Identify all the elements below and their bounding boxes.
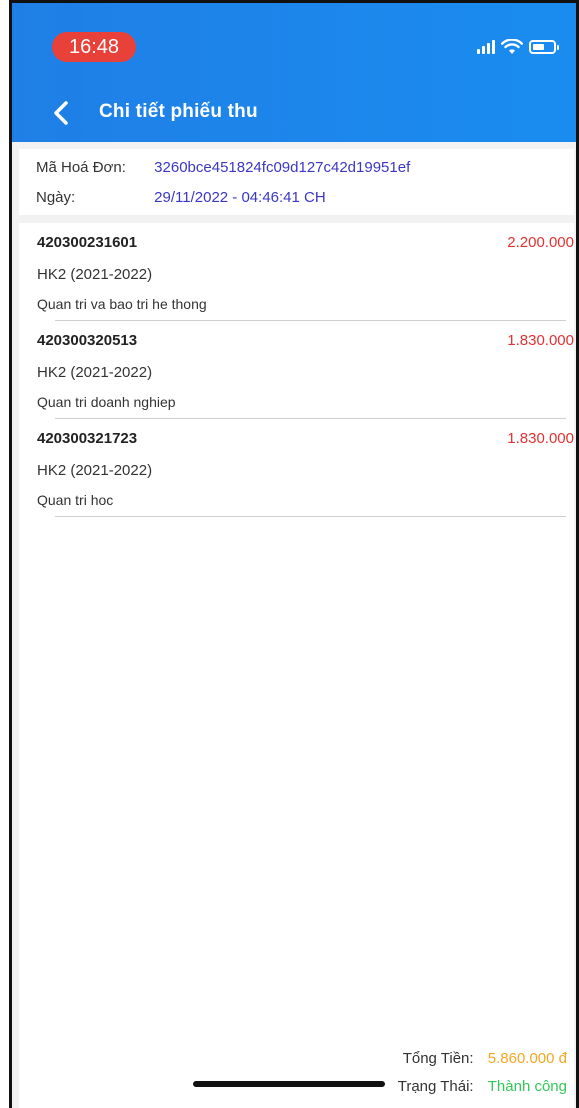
item-amount: 1.830.000	[507, 430, 574, 447]
list-item[interactable]: 420300320513 1.830.000 HK2 (2021-2022) Q…	[19, 321, 574, 419]
invoice-info: Mã Hoá Đơn: 3260bce451824fc09d127c42d199…	[19, 149, 574, 215]
course-name: Quan tri va bao tri he thong	[37, 296, 207, 312]
list-item[interactable]: 420300321723 1.830.000 HK2 (2021-2022) Q…	[19, 419, 574, 517]
invoice-code-label: Mã Hoá Đơn:	[36, 159, 126, 176]
invoice-date-label: Ngày:	[36, 189, 76, 206]
item-term: HK2 (2021-2022)	[37, 462, 153, 479]
total-row: Tổng Tiền: 5.860.000 đ	[403, 1050, 567, 1067]
status-value: Thành công	[487, 1078, 567, 1095]
course-code: 420300320513	[37, 332, 138, 349]
item-term: HK2 (2021-2022)	[37, 266, 153, 283]
page-title: Chi tiết phiếu thu	[99, 101, 258, 122]
total-label: Tổng Tiền:	[402, 1050, 474, 1067]
invoice-date-value: 29/11/2022 - 04:46:41 CH	[154, 189, 326, 206]
course-name: Quan tri doanh nghiep	[37, 394, 176, 410]
invoice-date-row: Ngày: 29/11/2022 - 04:46:41 CH	[36, 189, 326, 206]
wifi-icon	[501, 39, 523, 54]
back-button[interactable]	[48, 99, 76, 127]
item-amount: 2.200.000	[507, 234, 574, 251]
status-row: Trạng Thái: Thành công	[398, 1078, 567, 1095]
summary-footer: Tổng Tiền: 5.860.000 đ Trạng Thái: Thành…	[19, 1043, 574, 1108]
phone-screen: 16:48 Chi tiết phiếu thu Mã Hoá Đơn: 326…	[9, 0, 579, 1108]
battery-icon	[529, 40, 559, 54]
list-item[interactable]: 420300231601 2.200.000 HK2 (2021-2022) Q…	[19, 223, 574, 321]
home-indicator[interactable]	[193, 1081, 385, 1087]
invoice-code-value: 3260bce451824fc09d127c42d19951ef	[154, 159, 411, 176]
app-header: 16:48 Chi tiết phiếu thu	[12, 3, 576, 142]
course-code: 420300321723	[37, 430, 138, 447]
item-term: HK2 (2021-2022)	[37, 364, 153, 381]
status-icons	[477, 37, 559, 57]
total-value: 5.860.000 đ	[487, 1050, 567, 1067]
invoice-code-row: Mã Hoá Đơn: 3260bce451824fc09d127c42d199…	[36, 159, 410, 176]
course-code: 420300231601	[37, 234, 138, 251]
signal-icon	[477, 40, 495, 54]
fee-item-list: 420300231601 2.200.000 HK2 (2021-2022) Q…	[19, 223, 574, 1045]
divider	[55, 516, 566, 517]
item-amount: 1.830.000	[507, 332, 574, 349]
status-time: 16:48	[52, 32, 136, 62]
status-label: Trạng Thái:	[397, 1078, 474, 1095]
course-name: Quan tri hoc	[37, 492, 114, 508]
